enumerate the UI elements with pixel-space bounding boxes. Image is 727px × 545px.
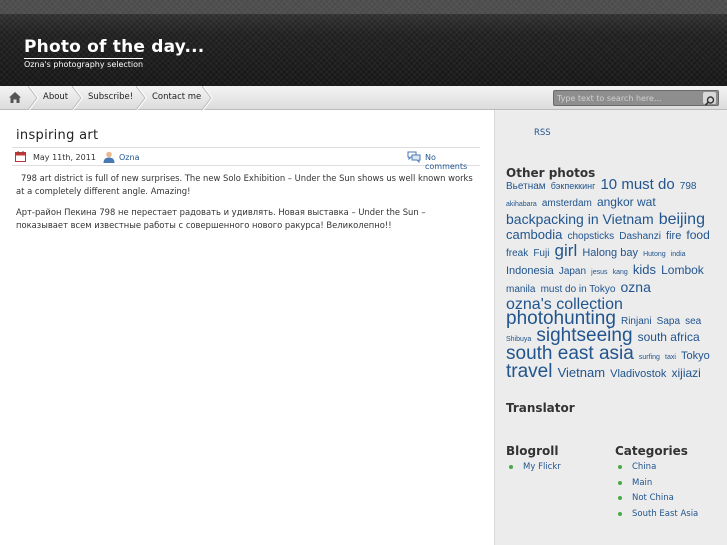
category-item[interactable]: Main: [615, 476, 698, 492]
tag-link[interactable]: ozna: [621, 279, 651, 295]
category-item[interactable]: Not China: [615, 491, 698, 507]
blogroll-item-label[interactable]: My Flickr: [523, 462, 561, 472]
categories-heading: Categories: [615, 444, 688, 458]
categories-list: China Main Not China South East Asia: [615, 460, 698, 522]
tag-link[interactable]: Fuji: [533, 248, 549, 259]
category-label[interactable]: Not China: [632, 493, 674, 503]
post-paragraph-en: 798 art district is full of new surprise…: [16, 173, 473, 196]
translator-heading: Translator: [506, 401, 575, 415]
tag-link[interactable]: 10 must do: [600, 176, 674, 193]
tag-link[interactable]: Indonesia: [506, 265, 554, 277]
home-icon[interactable]: [9, 92, 21, 103]
bullet-icon: [509, 465, 513, 469]
tag-link[interactable]: girl: [555, 241, 578, 260]
category-item[interactable]: China: [615, 460, 698, 476]
nav-item-about[interactable]: About: [43, 86, 68, 110]
tag-link[interactable]: kids: [633, 262, 656, 277]
blogroll-list: My Flickr: [506, 460, 561, 476]
tag-link[interactable]: cambodia: [506, 227, 562, 242]
nav-item-contact[interactable]: Contact me: [152, 86, 201, 110]
search-icon: [704, 96, 715, 106]
post-comments-link[interactable]: No comments: [425, 153, 480, 171]
tag-link[interactable]: Lombok: [661, 263, 704, 277]
blogroll-item[interactable]: My Flickr: [506, 460, 561, 476]
tag-link[interactable]: Dashanzi: [619, 231, 661, 242]
tag-link[interactable]: surfing: [639, 354, 660, 361]
post-meta: May 11th, 2011 Ozna No comments: [12, 147, 480, 171]
post-author[interactable]: Ozna: [119, 153, 139, 162]
tag-link[interactable]: amsterdam: [542, 198, 592, 209]
nav-item-subscribe[interactable]: Subscribe!: [88, 86, 133, 110]
post-date: May 11th, 2011: [33, 153, 96, 162]
search-button[interactable]: [703, 92, 716, 106]
tag-link[interactable]: 798: [680, 181, 697, 192]
tag-link[interactable]: travel: [506, 361, 552, 382]
tag-link[interactable]: Halong bay: [582, 247, 638, 259]
bullet-icon: [618, 496, 622, 500]
tag-link[interactable]: sea: [685, 316, 701, 327]
category-item[interactable]: South East Asia: [615, 507, 698, 523]
bullet-icon: [618, 480, 622, 485]
tag-link[interactable]: angkor wat: [597, 195, 656, 209]
tag-link[interactable]: Вьетнам: [506, 181, 546, 192]
tag-link[interactable]: kang: [613, 269, 628, 276]
tag-link[interactable]: backpacking in Vietnam: [506, 211, 654, 227]
category-label[interactable]: China: [632, 462, 656, 472]
tag-link[interactable]: beijing: [659, 211, 705, 228]
nav-separator: [28, 86, 40, 110]
tag-link[interactable]: india: [671, 251, 686, 258]
tag-link[interactable]: бэкпеккинг: [551, 181, 596, 191]
post-paragraph-ru: Арт-район Пекина 798 не перестает радова…: [16, 207, 426, 230]
tag-link[interactable]: manila: [506, 284, 535, 295]
nav-separator: [72, 86, 84, 110]
tag-link[interactable]: Japan: [559, 266, 586, 277]
blogroll-heading: Blogroll: [506, 444, 559, 458]
bullet-icon: [618, 465, 622, 469]
site-description: Ozna's photography selection: [24, 58, 144, 69]
site-header: Photo of the day... Ozna's photography s…: [0, 0, 727, 86]
tag-link[interactable]: Sapa: [657, 316, 680, 327]
nav-separator: [136, 86, 148, 110]
site-title[interactable]: Photo of the day...: [24, 37, 204, 57]
tag-link[interactable]: jesus: [591, 269, 607, 276]
tag-link[interactable]: fire: [666, 230, 681, 242]
tag-link[interactable]: Hutong: [643, 251, 666, 258]
category-label[interactable]: South East Asia: [632, 509, 698, 519]
tag-link[interactable]: xijiazi: [671, 366, 700, 380]
calendar-icon: [15, 151, 26, 162]
tag-link[interactable]: south africa: [638, 330, 700, 344]
nav-separator: [202, 86, 214, 110]
category-label[interactable]: Main: [632, 478, 652, 488]
tag-link[interactable]: taxi: [665, 354, 676, 361]
tag-link[interactable]: must do in Tokyo: [541, 284, 616, 295]
search-input[interactable]: [557, 92, 697, 104]
tag-link[interactable]: food: [686, 228, 709, 242]
tag-cloud: Вьетнам бэкпеккинг 10 must do 798 akihab…: [506, 177, 718, 381]
bullet-icon: [618, 511, 622, 516]
user-icon: [103, 151, 115, 163]
tag-link[interactable]: freak: [506, 248, 528, 259]
search-box: [553, 90, 719, 106]
tag-link[interactable]: Vietnam: [558, 365, 605, 380]
post-title[interactable]: inspiring art: [16, 128, 98, 143]
rss-link[interactable]: RSS: [534, 128, 551, 138]
comments-icon: [407, 151, 421, 163]
tag-link[interactable]: Shibuya: [506, 336, 531, 343]
tag-link[interactable]: Tokyo: [681, 350, 710, 362]
tag-link[interactable]: akihabara: [506, 201, 537, 208]
tag-link[interactable]: Vladivostok: [610, 368, 666, 380]
